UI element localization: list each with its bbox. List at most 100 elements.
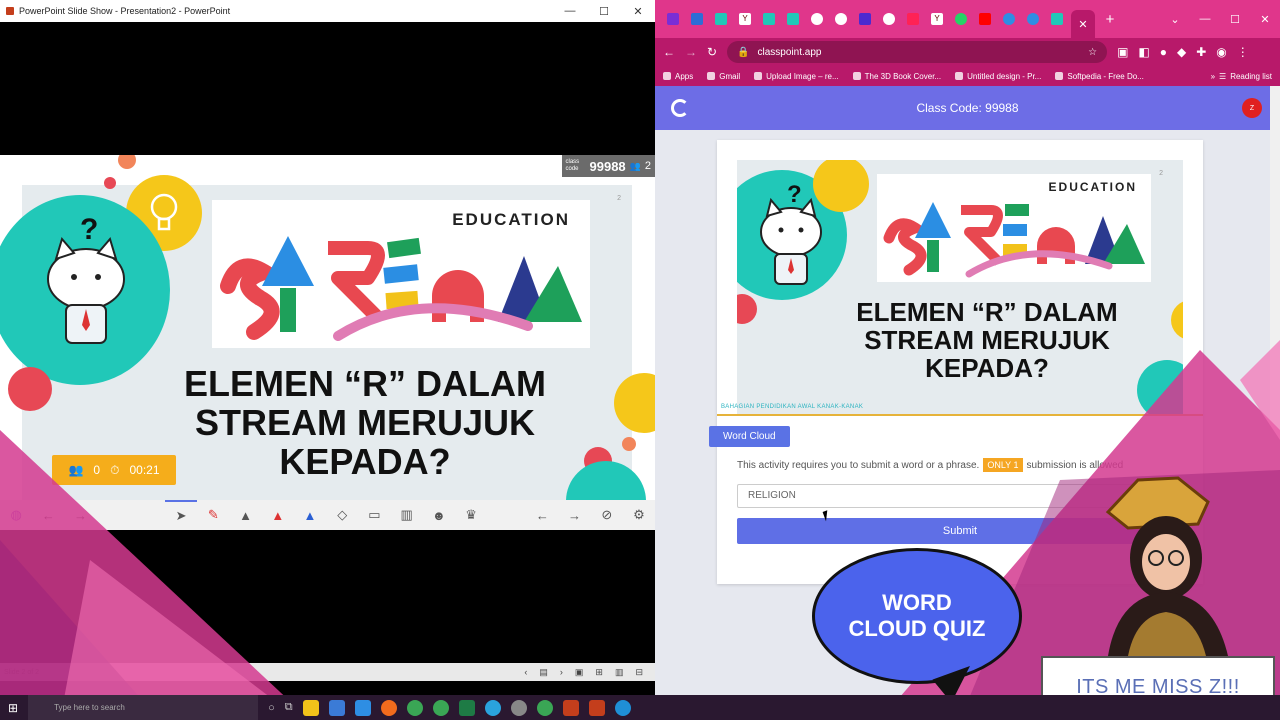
forward-arrow-icon[interactable]: → [64,500,96,530]
firefox-icon[interactable] [380,699,397,716]
tab-search-icon[interactable]: ⌄ [1160,13,1190,26]
tab-favicon-icon [835,13,847,25]
active-tab-close-icon[interactable]: ✕ [1071,10,1095,38]
close-icon[interactable]: ✕ [621,5,655,18]
mail-icon[interactable] [354,699,371,716]
tab[interactable] [1047,9,1067,29]
bookmark-star-icon[interactable]: ☆ [1088,47,1097,58]
tab[interactable]: Y [927,9,947,29]
store-icon[interactable] [328,699,345,716]
bookmark-item[interactable]: Apps [663,72,693,81]
tab[interactable] [879,9,899,29]
avatar[interactable]: Z [1242,98,1262,118]
extension-icon[interactable]: ◆ [1177,45,1186,59]
reading-view-icon[interactable]: ▥ [615,667,624,678]
next-slide-icon[interactable]: → [558,500,590,530]
tab[interactable] [831,9,851,29]
maximize-icon[interactable]: ☐ [587,5,621,18]
slideshow-view-icon[interactable]: ⊟ [635,667,643,678]
bookmarks-bar: Apps Gmail Upload Image – re... The 3D B… [655,66,1280,86]
tab[interactable] [903,9,923,29]
class-code-badge[interactable]: class code 99988 👥 2 [561,155,655,177]
bookmark-item[interactable]: Untitled design - Pr... [955,72,1041,81]
task-view-icon[interactable]: ⧉ [285,701,293,714]
pen-blue-icon[interactable]: ▲ [294,500,326,530]
tab[interactable] [663,9,683,29]
nav-menu-icon[interactable]: ▤ [539,667,548,678]
profile-avatar[interactable]: ◉ [1216,45,1226,59]
bookmark-item[interactable]: The 3D Book Cover... [852,72,941,81]
bookmark-label: Apps [675,71,694,81]
tab[interactable] [975,9,995,29]
cortana-icon[interactable]: ○ [268,702,275,714]
chevron-right-icon: » [1210,71,1216,81]
app-icon[interactable] [510,699,527,716]
extension-icon[interactable]: ● [1160,45,1167,59]
tab[interactable]: Y [735,9,755,29]
classpoint-logo-icon[interactable]: ◍ [0,500,32,530]
participant-count: 2 [644,160,651,172]
scrollbar[interactable] [1270,86,1280,700]
nav-left-icon[interactable]: ‹ [524,667,527,678]
normal-view-icon[interactable]: ▣ [575,667,584,678]
tab[interactable] [951,9,971,29]
back-icon[interactable]: ← [663,45,675,59]
nav-right-icon[interactable]: › [560,667,563,678]
stopwatch-icon: ⏱ [110,462,120,477]
sorter-view-icon[interactable]: ⊞ [595,667,603,678]
windows-start-icon[interactable]: ⊞ [8,701,18,715]
address-bar[interactable]: 🔒 classpoint.app ☆ [727,41,1108,63]
settings-icon[interactable]: ⚙ [623,500,655,530]
menu-dots-icon[interactable]: ⋮ [1237,45,1249,59]
maximize-icon[interactable]: ☐ [1220,13,1250,26]
tab[interactable] [687,9,707,29]
taskbar-search[interactable]: Type here to search [28,695,259,720]
extension-icon[interactable]: ◧ [1138,45,1149,59]
excel-icon[interactable] [458,699,475,716]
bookmark-item[interactable]: Softpedia - Free Do... [1055,72,1144,81]
chart-icon[interactable]: ▥ [391,500,423,530]
trophy-icon[interactable]: ♛ [455,500,487,530]
prev-slide-icon[interactable]: ← [526,500,558,530]
tab[interactable] [783,9,803,29]
bookmark-item[interactable]: Gmail [707,72,740,81]
pointer-icon[interactable]: ➤ [164,500,198,530]
classpoint-logo-icon[interactable] [671,99,689,117]
tab[interactable] [855,9,875,29]
close-icon[interactable]: ✕ [1250,13,1280,26]
pen-red-icon[interactable]: ▲ [262,500,294,530]
tab[interactable] [759,9,779,29]
file-explorer-icon[interactable] [302,699,319,716]
tab[interactable] [999,9,1019,29]
app-icon[interactable] [588,699,605,716]
student-icon[interactable]: ☻ [423,500,455,530]
powerpoint-icon[interactable] [562,699,579,716]
hide-icon[interactable]: ⊘ [591,500,623,530]
chrome-icon[interactable] [406,699,423,716]
extension-icon[interactable]: ▣ [1117,45,1128,59]
minimize-icon[interactable]: — [1190,13,1220,26]
timer-pill[interactable]: 👥 0 ⏱ 00:21 [52,455,176,485]
forward-icon[interactable]: → [685,45,697,59]
whiteboard-icon[interactable]: ▭ [358,500,390,530]
minimize-icon[interactable]: — [553,5,587,18]
tab[interactable] [1023,9,1043,29]
new-tab-icon[interactable]: + [1099,11,1121,28]
pen-black-icon[interactable]: ▲ [229,500,261,530]
reload-icon[interactable]: ↻ [707,45,717,59]
telegram-icon[interactable] [484,699,501,716]
puzzle-icon[interactable]: ✚ [1196,45,1206,59]
screen: PowerPoint Slide Show - Presentation2 - … [0,0,1280,720]
tab[interactable] [807,9,827,29]
eraser-icon[interactable]: ◇ [326,500,358,530]
tab[interactable] [711,9,731,29]
back-arrow-icon[interactable]: ← [32,500,64,530]
chrome-icon[interactable] [536,699,553,716]
laser-pen-icon[interactable]: ✎ [197,500,229,530]
chrome-icon[interactable] [432,699,449,716]
bookmark-item[interactable]: Upload Image – re... [754,72,839,81]
reading-list[interactable]: » ☰ Reading list [1211,72,1272,81]
book-icon [852,72,861,80]
question-line: STREAM MERUJUK [864,325,1110,356]
edge-icon[interactable] [614,699,631,716]
